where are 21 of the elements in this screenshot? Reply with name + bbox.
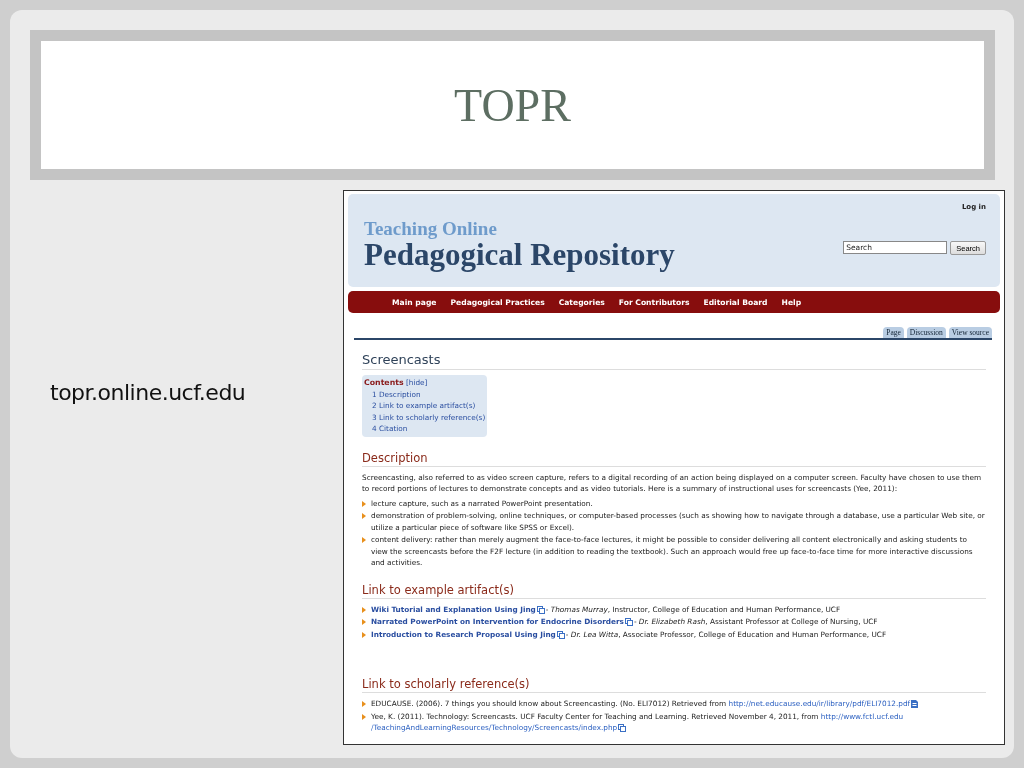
section-heading: Link to example artifact(s)	[362, 582, 986, 599]
slide-caption: topr.online.ucf.edu	[50, 380, 247, 405]
external-link-icon	[556, 630, 565, 639]
bullet-icon	[362, 500, 366, 507]
external-link-icon	[624, 618, 633, 626]
bullet-icon	[362, 513, 366, 519]
section-heading: Link to scholarly reference(s)	[362, 677, 986, 693]
bullet-icon	[362, 701, 366, 707]
logo-title: Pedagogical Repository	[364, 239, 676, 271]
bullet-icon	[362, 631, 366, 638]
bullet-icon	[362, 713, 366, 720]
document-icon	[911, 700, 919, 708]
slide-title: TOPR	[454, 78, 571, 132]
logo-subtitle: Teaching Online	[364, 219, 498, 239]
bullet-icon	[362, 606, 366, 613]
section-heading: Description	[362, 450, 986, 467]
bullet-icon	[362, 619, 366, 625]
bullet-icon	[362, 537, 366, 543]
external-link-icon	[536, 605, 545, 614]
external-link-icon	[618, 724, 627, 732]
page-title: Screencasts	[362, 352, 986, 370]
